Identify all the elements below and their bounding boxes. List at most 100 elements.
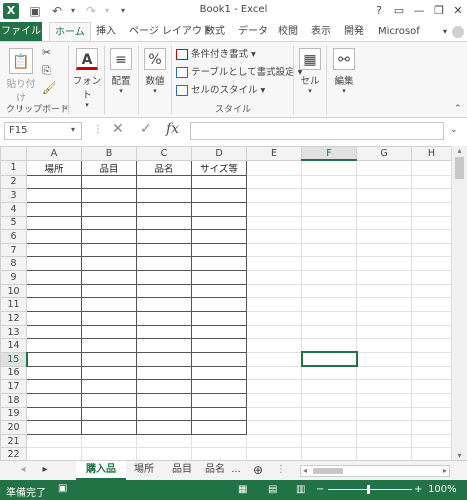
table-header-cell[interactable]: 品名 bbox=[136, 159, 192, 176]
row-header[interactable]: 2 bbox=[0, 174, 27, 190]
column-header[interactable]: A bbox=[26, 146, 82, 161]
cell[interactable] bbox=[81, 174, 137, 190]
cell[interactable] bbox=[411, 392, 452, 408]
cell[interactable] bbox=[356, 229, 412, 244]
cell[interactable] bbox=[26, 188, 82, 203]
restore-button[interactable]: ❐ bbox=[430, 2, 448, 20]
alignment-button[interactable]: ≡ 配置 ▾ bbox=[107, 48, 135, 95]
cell[interactable] bbox=[136, 351, 192, 367]
cells-button[interactable]: ▦ セル ▾ bbox=[296, 48, 324, 95]
name-box-dropdown-icon[interactable]: ▾ bbox=[71, 125, 75, 134]
row-header[interactable]: 8 bbox=[0, 256, 27, 272]
cell[interactable] bbox=[246, 420, 302, 435]
cell[interactable] bbox=[26, 420, 82, 435]
row-header[interactable]: 22 bbox=[0, 447, 27, 460]
row-header[interactable]: 4 bbox=[0, 201, 27, 217]
cell[interactable] bbox=[246, 242, 302, 258]
cell[interactable] bbox=[136, 297, 192, 313]
cell[interactable] bbox=[356, 338, 412, 353]
cell[interactable] bbox=[301, 311, 357, 326]
table-header-cell[interactable]: 場所 bbox=[26, 159, 82, 176]
cell[interactable] bbox=[136, 174, 192, 190]
collapse-ribbon-icon[interactable]: ⌃ bbox=[454, 104, 462, 114]
zoom-slider[interactable] bbox=[328, 489, 412, 490]
cell[interactable] bbox=[411, 188, 452, 203]
cell[interactable] bbox=[301, 447, 357, 460]
tab-account[interactable]: Microsof bbox=[373, 22, 425, 42]
cell[interactable] bbox=[356, 188, 412, 203]
editing-button[interactable]: ⚯ 編集 ▾ bbox=[330, 48, 358, 95]
cell[interactable] bbox=[246, 365, 302, 381]
cell[interactable] bbox=[411, 311, 452, 326]
cell[interactable] bbox=[301, 420, 357, 435]
cell[interactable] bbox=[26, 242, 82, 258]
cell[interactable] bbox=[301, 324, 357, 340]
cell[interactable] bbox=[81, 433, 137, 449]
cell[interactable] bbox=[26, 351, 82, 367]
sheet-tab[interactable]: 品名 bbox=[204, 461, 226, 480]
cell[interactable] bbox=[246, 324, 302, 340]
cell[interactable] bbox=[411, 283, 452, 299]
scroll-down-icon[interactable]: ▾ bbox=[452, 451, 467, 460]
cell[interactable] bbox=[191, 283, 247, 299]
cell[interactable] bbox=[301, 229, 357, 244]
ribbon-display-icon[interactable]: ▭ bbox=[390, 2, 408, 20]
cell[interactable] bbox=[191, 392, 247, 408]
cell[interactable] bbox=[411, 215, 452, 231]
cell[interactable] bbox=[246, 433, 302, 449]
cell[interactable] bbox=[191, 338, 247, 353]
account-dropdown-icon[interactable]: ▾ bbox=[438, 22, 452, 42]
new-sheet-icon[interactable]: ⊕ bbox=[250, 461, 266, 480]
cell[interactable] bbox=[411, 379, 452, 394]
cell[interactable] bbox=[26, 174, 82, 190]
row-header[interactable]: 10 bbox=[0, 283, 27, 299]
minimize-button[interactable]: — bbox=[410, 2, 428, 20]
cell[interactable] bbox=[301, 338, 357, 353]
cell[interactable] bbox=[81, 420, 137, 435]
cell[interactable] bbox=[246, 297, 302, 313]
zoom-level[interactable]: 100% bbox=[428, 484, 457, 495]
cell[interactable] bbox=[191, 215, 247, 231]
close-button[interactable]: ✕ bbox=[449, 2, 467, 20]
cell[interactable] bbox=[81, 256, 137, 272]
page-layout-view-icon[interactable]: ▤ bbox=[268, 484, 277, 495]
select-all-corner[interactable] bbox=[0, 146, 27, 161]
vertical-scroll-thumb[interactable] bbox=[455, 157, 464, 179]
cell[interactable] bbox=[191, 447, 247, 460]
cell[interactable] bbox=[136, 188, 192, 203]
cell[interactable] bbox=[356, 447, 412, 460]
customize-toolbar-icon[interactable]: ▾ bbox=[116, 3, 130, 19]
cell[interactable] bbox=[411, 433, 452, 449]
cell[interactable] bbox=[81, 324, 137, 340]
cell-styles-button[interactable]: セルのスタイル ▾ bbox=[176, 82, 265, 96]
cell[interactable] bbox=[136, 242, 192, 258]
cell[interactable] bbox=[136, 433, 192, 449]
sheet-tab[interactable]: 購入品 bbox=[76, 461, 126, 480]
cell[interactable] bbox=[191, 365, 247, 381]
row-header[interactable]: 3 bbox=[0, 188, 27, 203]
cell[interactable] bbox=[301, 201, 357, 217]
row-header[interactable]: 9 bbox=[0, 270, 27, 285]
zoom-in-icon[interactable]: + bbox=[414, 484, 422, 495]
cell[interactable] bbox=[81, 392, 137, 408]
copy-icon[interactable]: ⎘ bbox=[42, 64, 51, 78]
cell[interactable] bbox=[356, 201, 412, 217]
cell[interactable] bbox=[191, 201, 247, 217]
cell[interactable] bbox=[301, 215, 357, 231]
cell[interactable] bbox=[301, 365, 357, 381]
cell[interactable] bbox=[81, 379, 137, 394]
cell[interactable] bbox=[301, 433, 357, 449]
cell[interactable] bbox=[191, 188, 247, 203]
row-header[interactable]: 18 bbox=[0, 392, 27, 408]
column-header[interactable]: G bbox=[356, 146, 412, 161]
cell[interactable] bbox=[81, 270, 137, 285]
font-button[interactable]: A フォント ▾ bbox=[72, 48, 102, 109]
row-header[interactable]: 11 bbox=[0, 297, 27, 313]
cell[interactable] bbox=[301, 283, 357, 299]
cell[interactable] bbox=[136, 420, 192, 435]
row-header[interactable]: 15 bbox=[0, 351, 28, 367]
cell[interactable] bbox=[246, 311, 302, 326]
cell[interactable] bbox=[26, 270, 82, 285]
row-header[interactable]: 12 bbox=[0, 311, 27, 326]
active-cell[interactable] bbox=[300, 351, 358, 368]
